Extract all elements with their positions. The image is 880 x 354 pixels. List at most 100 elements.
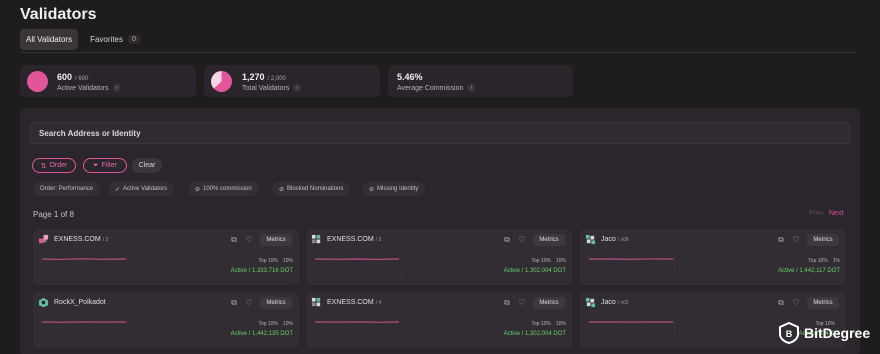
metrics-button[interactable]: Metrics [260,297,292,309]
heart-icon[interactable]: ♡ [244,298,254,308]
rank-label: Top 10% [531,321,551,327]
bitdegree-watermark: B BitDegree [778,322,870,344]
rank-label: Top 10% [258,321,278,327]
validator-card[interactable]: EXNESS.COM/ 4 ⧉ ♡ Metrics Top 10% 10% Act… [306,292,572,348]
filter-chip-label: Blocked Nominations [287,186,344,192]
active-validators-value: 600/ 600 [57,72,88,82]
heart-icon[interactable]: ♡ [517,235,527,245]
filter-chip-order[interactable]: Order: Performance [33,182,101,196]
clear-button-label: Clear [138,162,156,169]
rank-label: Top 10% [531,258,551,264]
filter-chip-missing-identity[interactable]: ⊘ Missing Identity [362,182,426,196]
validator-card[interactable]: RockX_Polkadot ⧉ ♡ Metrics Top 10% 10% Ac… [33,292,299,348]
performance-sparkline [587,254,675,276]
validator-tabs: All Validators Favorites 0 [20,29,146,50]
validator-name-row: EXNESS.COM/ 4 [327,299,381,306]
validator-name-row: Jaco / v02 [601,299,629,306]
pagination-text: Page 1 of 8 [33,210,74,219]
validator-name-row: EXNESS.COM/ 3 [54,236,108,243]
average-commission-value: 5.46% [397,72,423,82]
average-commission-label: Average Commission [397,84,464,92]
filter-chip-label: Active Validators [123,186,168,192]
validator-card[interactable]: Jaco / v08 ⧉ ♡ Metrics Top 10% 1% Active /… [580,229,846,285]
metrics-button[interactable]: Metrics [533,297,565,309]
copy-icon[interactable]: ⧉ [502,298,512,308]
rank-label: Top 10% [258,258,278,264]
validator-card[interactable]: EXNESS.COM/ 3 ⧉ ♡ Metrics Top 10% 10% Act… [33,229,299,285]
favorites-count-badge: 0 [128,35,140,44]
copy-icon[interactable]: ⧉ [502,235,512,245]
filter-chip-active-validators[interactable]: ✓ Active Validators [108,182,175,196]
metrics-button[interactable]: Metrics [260,234,292,246]
total-validators-label: Total Validators [242,84,290,92]
copy-icon[interactable]: ⧉ [776,235,786,245]
info-icon[interactable]: i [112,84,121,92]
filter-chip-label: Order: Performance [40,186,94,192]
validator-name: RockX_Polkadot [54,299,106,306]
tab-all-validators-label: All Validators [26,35,73,44]
commission-value: 10% [555,321,566,327]
validator-sub: / 4 [375,300,382,306]
tab-all-validators[interactable]: All Validators [20,29,79,50]
sort-icon: ⇅ [40,162,47,170]
stat-active-validators: 600/ 600 Active Validators i [20,65,196,97]
performance-sparkline [313,317,401,339]
filter-chip-blocked-nominations[interactable]: ⊘ Blocked Nominations [272,182,351,196]
no-entry-icon: ⊘ [369,186,375,193]
performance-sparkline [313,254,401,276]
validator-card[interactable]: EXNESS.COM/ 5 ⧉ ♡ Metrics Top 10% 10% Act… [306,229,572,285]
validator-name-row: EXNESS.COM/ 5 [327,236,381,243]
total-validators-pie-icon [211,71,232,92]
validator-avatar-icon [585,234,596,245]
validator-avatar-icon [38,234,49,244]
validator-avatar-icon [311,297,321,307]
tab-favorites[interactable]: Favorites 0 [84,29,146,50]
copy-icon[interactable]: ⧉ [776,298,786,308]
validator-name: EXNESS.COM [54,236,101,243]
filter-button[interactable]: ⏷ Filter [83,158,127,173]
commission-value: 1% [832,258,840,264]
status-stake: Active / 1,442,135 DOT [230,331,293,337]
metrics-button[interactable]: Metrics [533,234,565,246]
rank-row: Top 10% 10% [259,321,293,327]
heart-icon[interactable]: ♡ [517,298,527,308]
heart-icon[interactable]: ♡ [244,235,254,245]
no-entry-icon: ⊘ [279,186,285,193]
info-icon[interactable]: i [293,84,302,92]
commission-value: 10% [555,258,566,264]
filter-icon: ⏷ [92,161,99,169]
svg-text:B: B [786,329,793,339]
validator-name-row: Jaco / v08 [601,236,629,243]
watermark-text: BitDegree [804,325,871,341]
stat-average-commission: 5.46% Average Commission i [388,65,573,97]
heart-icon[interactable]: ♡ [791,298,801,308]
filter-chip-commission[interactable]: ⊘ 100% commission [188,182,259,196]
performance-sparkline [40,254,128,276]
clear-button[interactable]: Clear [132,158,162,173]
info-icon[interactable]: i [467,84,476,92]
status-stake: Active / 1,333,716 DOT [230,268,293,274]
metrics-button[interactable]: Metrics [807,297,839,309]
rank-row: Top 10% 1% [808,258,840,264]
search-input[interactable]: Search Address or Identity [30,122,850,144]
copy-icon[interactable]: ⧉ [229,235,239,245]
validator-avatar-icon [38,297,49,308]
performance-sparkline [40,317,128,339]
validator-name-row: RockX_Polkadot [54,299,108,306]
commission-value: 10% [282,258,293,264]
status-stake: Active / 1,302,004 DOT [503,268,566,274]
rank-row: Top 10% 10% [532,258,566,264]
heart-icon[interactable]: ♡ [791,235,801,245]
check-icon: ✓ [115,186,121,193]
order-button[interactable]: ⇅ Order [32,158,76,173]
validator-name: Jaco [601,236,616,243]
validator-avatar-icon [311,234,321,244]
next-page-link[interactable]: Next [829,210,843,217]
prev-page-link[interactable]: Prev [809,210,823,217]
status-stake: Active / 1,302,004 DOT [503,331,566,337]
rank-row: Top 10% 10% [259,258,293,264]
copy-icon[interactable]: ⧉ [229,298,239,308]
page-title: Validators [20,6,97,23]
order-button-label: Order [49,162,68,169]
metrics-button[interactable]: Metrics [807,234,839,246]
